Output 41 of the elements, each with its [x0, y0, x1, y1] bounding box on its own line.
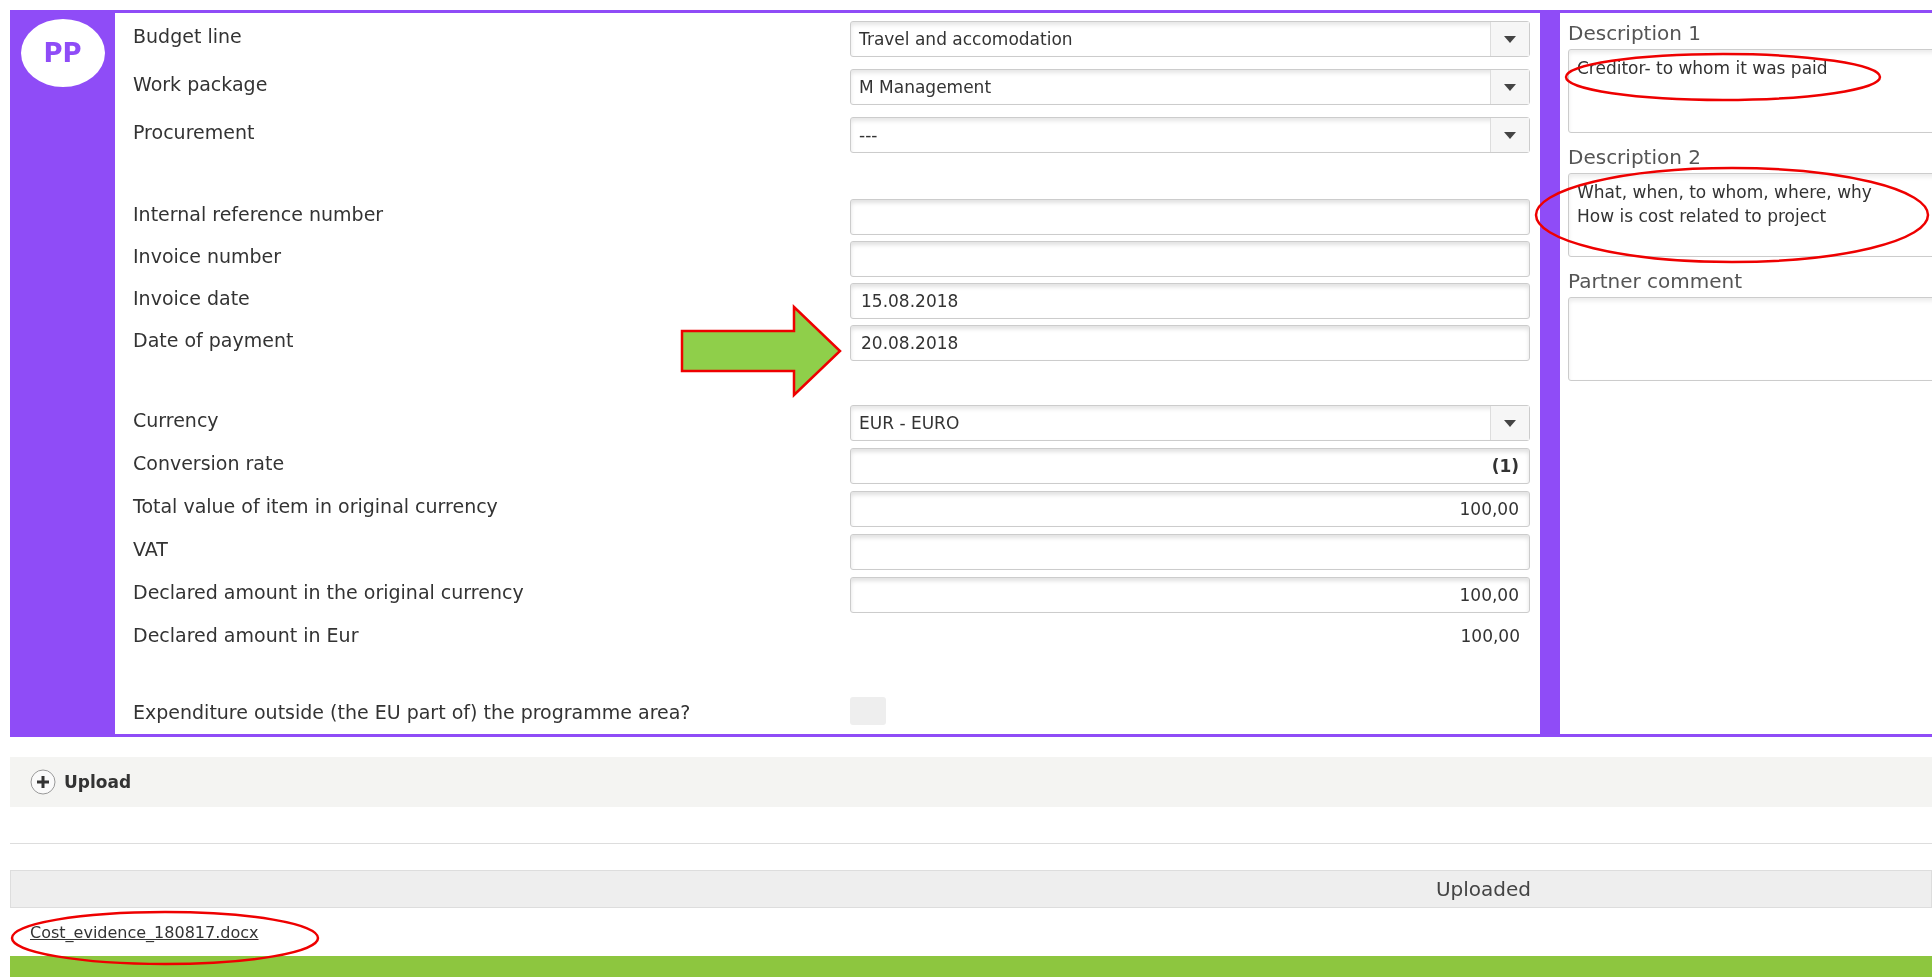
field-label: Procurement [133, 120, 256, 143]
caret-icon [1504, 35, 1516, 43]
dropdown[interactable]: --- [850, 117, 1530, 153]
field-label: Budget line [133, 24, 243, 47]
dropdown[interactable]: M Management [850, 69, 1530, 105]
caret-icon [1504, 131, 1516, 139]
amount-value: 100,00 [1459, 625, 1521, 646]
input-field[interactable] [850, 199, 1530, 235]
text-area[interactable]: What, when, to whom, where, why How is cost related to project [1568, 173, 1932, 257]
field-label: Internal reference number [133, 202, 385, 225]
input-field[interactable] [850, 534, 1530, 570]
input-field[interactable]: 100,00 [850, 491, 1530, 527]
input-field[interactable]: (1) [850, 448, 1530, 484]
field-label: Invoice number [133, 244, 283, 267]
field-label: Conversion rate [133, 451, 286, 474]
text-area[interactable]: Creditor- to whom it was paid [1568, 49, 1932, 133]
field-label: Expenditure outside (the EU part of) the programme area? [133, 700, 692, 723]
field-label: Total value of item in original currency [133, 494, 499, 517]
field-label: Description 2 [1568, 145, 1702, 169]
field-label: Partner comment [1568, 269, 1744, 293]
field-label: Description 1 [1568, 21, 1702, 45]
input-field[interactable]: 20.08.2018 [850, 325, 1530, 361]
avatar: PP [20, 19, 105, 87]
field-label: Date of payment [133, 328, 295, 351]
input-field[interactable]: 15.08.2018 [850, 283, 1530, 319]
field-label: Declared amount in the original currency [133, 580, 525, 603]
field-label: VAT [133, 537, 169, 560]
input-field[interactable]: 100,00 [850, 577, 1530, 613]
upload-button[interactable]: Upload [30, 769, 132, 795]
dropdown[interactable]: EUR - EURO [850, 405, 1530, 441]
field-label: Currency [133, 408, 220, 431]
column-header: Uploaded [1435, 877, 1531, 901]
plus-icon [30, 769, 56, 795]
field-label: Declared amount in Eur [133, 623, 360, 646]
caret-icon [1504, 419, 1516, 427]
caret-icon [1504, 83, 1516, 91]
field-label: Invoice date [133, 286, 251, 309]
input-field[interactable] [850, 241, 1530, 277]
dropdown[interactable]: Travel and accomodation [850, 21, 1530, 57]
text-area[interactable] [1568, 297, 1932, 381]
field-label: Work package [133, 72, 269, 95]
